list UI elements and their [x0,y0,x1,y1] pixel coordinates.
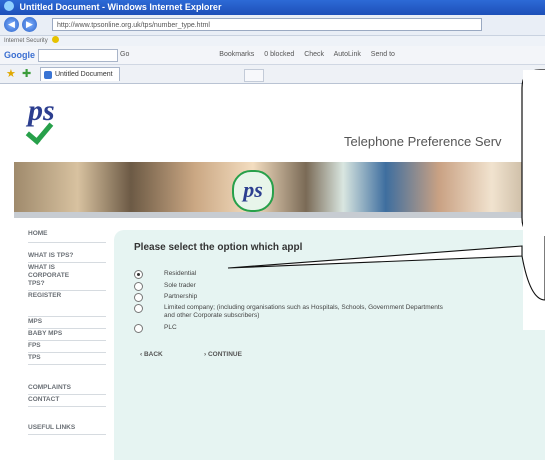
sidebar-item-baby-mps[interactable]: BABY MPS [28,330,108,338]
sidebar-item-mps[interactable]: MPS [28,318,108,326]
radio-limited-company[interactable] [134,304,143,313]
radio-sole-trader[interactable] [134,282,143,291]
site-header: ps Telephone Preference Serv [14,84,545,164]
toolbar-sendto-button[interactable]: Send to [371,51,395,58]
forward-arrow-icon[interactable]: ▶ [22,17,37,32]
divider [28,434,106,435]
sidebar-item-register[interactable]: REGISTER [28,292,108,300]
divider [28,352,106,353]
window-title-bar: Untitled Document - Windows Internet Exp… [0,0,545,15]
toolbar-check-button[interactable]: Check [304,51,324,58]
option-label: PLC [164,324,177,331]
banner-tps-badge: ps [232,170,274,212]
divider [28,406,106,407]
favorites-star-icon[interactable]: ★ [6,67,16,80]
divider [28,290,106,291]
security-label: Internet Security [4,38,48,44]
security-status-icon[interactable] [52,36,60,43]
security-bar: Internet Security [0,36,545,46]
toolbar-blocked-button[interactable]: 0 blocked [264,51,294,58]
radio-plc[interactable] [134,324,143,333]
sidebar-item-complaints[interactable]: COMPLAINTS [28,384,108,392]
window-title: Untitled Document - Windows Internet Exp… [19,2,222,12]
back-link[interactable]: ‹ BACK [140,351,163,358]
option-panel: Please select the option which appl Resi… [114,230,545,460]
toolbar-autolink-button[interactable]: AutoLink [334,51,361,58]
option-label: Sole trader [164,282,196,289]
tps-logo[interactable]: ps [25,94,66,145]
add-favorites-icon[interactable]: ✚ [22,67,31,80]
option-label: Limited company; (including organisation… [164,304,443,319]
sidebar-item-corporate-tps[interactable]: WHAT IS CORPORATE TPS? [28,264,80,288]
sidebar-item-tps[interactable]: TPS [28,354,108,362]
new-tab-button[interactable] [244,69,264,82]
divider [28,394,106,395]
url-input[interactable]: http://www.tpsonline.org.uk/tps/number_t… [52,18,482,31]
sidebar-item-useful-links[interactable]: USEFUL LINKS [28,424,108,432]
divider [28,316,106,317]
toolbar-bookmarks-button[interactable]: Bookmarks [219,51,254,58]
tab-untitled-document[interactable]: Untitled Document [40,67,120,81]
option-label: Partnership [164,293,198,300]
google-toolbar: Google Go Bookmarks 0 blocked Check Auto… [0,46,545,65]
address-bar: ◀ ▶ http://www.tpsonline.org.uk/tps/numb… [0,15,545,36]
web-page: ps Telephone Preference Serv ps HOME WHA… [0,84,545,460]
google-search-input[interactable] [38,49,118,62]
header-photo-banner: ps [14,162,545,212]
divider [28,364,106,365]
google-logo: Google [4,50,35,60]
page-icon [44,71,52,79]
divider [28,328,106,329]
page-prompt: Please select the option which appl [134,242,303,253]
ie-icon [4,1,14,11]
sidebar-nav: HOME WHAT IS TPS? WHAT IS CORPORATE TPS?… [14,218,110,458]
favorites-bar: ★ ✚ Untitled Document [0,65,545,84]
continue-link[interactable]: › CONTINUE [204,351,242,358]
site-title: Telephone Preference Serv [344,134,502,149]
sidebar-item-fps[interactable]: FPS [28,342,108,350]
google-toolbar-buttons: Go Bookmarks 0 blocked Check AutoLink Se… [120,46,403,64]
divider [28,242,106,243]
radio-partnership[interactable] [134,293,143,302]
toolbar-go-button[interactable]: Go [120,51,129,58]
divider [28,340,106,341]
sidebar-item-contact[interactable]: CONTACT [28,396,108,404]
back-arrow-icon[interactable]: ◀ [4,17,19,32]
divider [28,262,106,263]
sidebar-item-what-is-tps[interactable]: WHAT IS TPS? [28,252,108,260]
option-label: Residential [164,270,197,277]
radio-residential[interactable] [134,270,143,279]
sidebar-item-home[interactable]: HOME [28,230,108,238]
tab-label: Untitled Document [55,71,113,78]
